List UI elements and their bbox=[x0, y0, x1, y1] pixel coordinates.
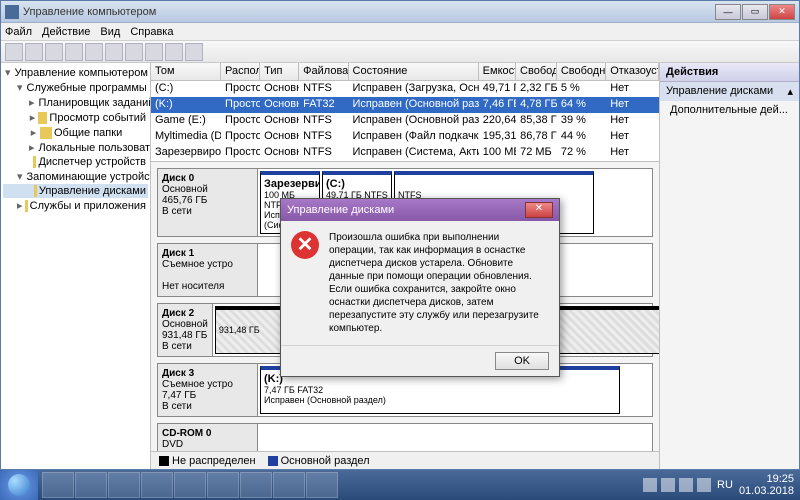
refresh-button[interactable] bbox=[85, 43, 103, 61]
col-pct[interactable]: Свободно % bbox=[557, 63, 606, 80]
back-button[interactable] bbox=[5, 43, 23, 61]
tool-button[interactable] bbox=[125, 43, 143, 61]
taskbar-app[interactable] bbox=[108, 472, 140, 498]
actions-subheader[interactable]: Управление дисками▴ bbox=[660, 82, 799, 101]
error-dialog: Управление дисками ✕ ✕ Произошла ошибка … bbox=[280, 198, 560, 377]
window-title: Управление компьютером bbox=[23, 6, 715, 18]
menubar: Файл Действие Вид Справка bbox=[1, 23, 799, 41]
menu-item[interactable]: Файл bbox=[5, 26, 32, 38]
tree-item[interactable]: Управление дисками bbox=[3, 184, 148, 198]
tray-lang[interactable]: RU bbox=[717, 479, 733, 491]
volume-row[interactable]: (C:)ПростойОсновнойNTFSИсправен (Загрузк… bbox=[151, 81, 659, 97]
tray-icon[interactable] bbox=[643, 478, 657, 492]
col-capacity[interactable]: Емкость bbox=[479, 63, 516, 80]
tree-item[interactable]: ▸Службы и приложения bbox=[3, 198, 148, 213]
tray-clock[interactable]: 19:25 01.03.2018 bbox=[739, 473, 794, 497]
tree-item[interactable]: ▸Просмотр событий bbox=[3, 110, 148, 125]
col-fs[interactable]: Файловая система bbox=[299, 63, 348, 80]
tree-item[interactable]: ▸Общие папки bbox=[3, 125, 148, 140]
tool-button[interactable] bbox=[165, 43, 183, 61]
tree-item[interactable]: Диспетчер устройств bbox=[3, 155, 148, 169]
app-icon bbox=[5, 5, 19, 19]
tool-button[interactable] bbox=[65, 43, 83, 61]
actions-more[interactable]: Дополнительные дей... bbox=[660, 101, 799, 119]
volume-header[interactable]: Том Расположение Тип Файловая система Со… bbox=[151, 63, 659, 81]
taskbar-app[interactable] bbox=[207, 472, 239, 498]
legend-unalloc-label: Не распределен bbox=[172, 455, 256, 467]
dialog-title: Управление дисками bbox=[287, 204, 394, 216]
volume-row[interactable]: Myltimedia (D:)ПростойОсновнойNTFSИсправ… bbox=[151, 129, 659, 145]
tree-item[interactable]: ▾Служебные программы bbox=[3, 80, 148, 95]
tray-icon[interactable] bbox=[679, 478, 693, 492]
taskbar-app[interactable] bbox=[306, 472, 338, 498]
nav-tree[interactable]: ▾Управление компьютером (л▾Служебные про… bbox=[1, 63, 151, 469]
volume-row[interactable]: (K:)ПростойОсновнойFAT32Исправен (Основн… bbox=[151, 97, 659, 113]
tray-icon[interactable] bbox=[661, 478, 675, 492]
taskbar-app[interactable] bbox=[240, 472, 272, 498]
error-icon: ✕ bbox=[291, 231, 319, 259]
taskbar-app[interactable] bbox=[174, 472, 206, 498]
close-button[interactable]: ✕ bbox=[769, 4, 795, 20]
maximize-button[interactable]: ▭ bbox=[742, 4, 768, 20]
taskbar-app[interactable] bbox=[42, 472, 74, 498]
tool-button[interactable] bbox=[105, 43, 123, 61]
collapse-icon[interactable]: ▴ bbox=[787, 85, 793, 98]
col-type[interactable]: Тип bbox=[260, 63, 299, 80]
col-free[interactable]: Свободно bbox=[516, 63, 557, 80]
legend-primary-label: Основной раздел bbox=[281, 455, 370, 467]
legend: Не распределен Основной раздел bbox=[151, 451, 659, 469]
legend-unalloc-icon bbox=[159, 456, 169, 466]
volume-row[interactable]: Game (E:)ПростойОсновнойNTFSИсправен (Ос… bbox=[151, 113, 659, 129]
taskbar-app[interactable] bbox=[141, 472, 173, 498]
tool-button[interactable] bbox=[185, 43, 203, 61]
col-fault[interactable]: Отказоустойчивос bbox=[606, 63, 659, 80]
tree-item[interactable]: ▾Управление компьютером (л bbox=[3, 65, 148, 80]
menu-item[interactable]: Вид bbox=[100, 26, 120, 38]
dialog-titlebar[interactable]: Управление дисками ✕ bbox=[281, 199, 559, 221]
tree-item[interactable]: ▸Локальные пользоват bbox=[3, 140, 148, 155]
minimize-button[interactable]: — bbox=[715, 4, 741, 20]
forward-button[interactable] bbox=[25, 43, 43, 61]
disk-row[interactable]: CD-ROM 0DVD bbox=[157, 423, 653, 451]
legend-primary-icon bbox=[268, 456, 278, 466]
dialog-message: Произошла ошибка при выполнении операции… bbox=[329, 231, 549, 335]
volume-list: Том Расположение Тип Файловая система Со… bbox=[151, 63, 659, 162]
tree-item[interactable]: ▸Планировщик заданий bbox=[3, 95, 148, 110]
tool-button[interactable] bbox=[45, 43, 63, 61]
taskbar[interactable]: RU 19:25 01.03.2018 bbox=[0, 470, 800, 500]
col-layout[interactable]: Расположение bbox=[221, 63, 260, 80]
dialog-close-button[interactable]: ✕ bbox=[525, 202, 553, 218]
col-volume[interactable]: Том bbox=[151, 63, 221, 80]
tray-icon[interactable] bbox=[697, 478, 711, 492]
tree-item[interactable]: ▾Запоминающие устройст bbox=[3, 169, 148, 184]
volume-row[interactable]: Зарезервировано системойПростойОсновнойN… bbox=[151, 145, 659, 161]
titlebar[interactable]: Управление компьютером — ▭ ✕ bbox=[1, 1, 799, 23]
menu-item[interactable]: Действие bbox=[42, 26, 90, 38]
toolbar bbox=[1, 41, 799, 63]
windows-orb-icon bbox=[8, 474, 30, 496]
actions-header: Действия bbox=[660, 63, 799, 82]
col-status[interactable]: Состояние bbox=[349, 63, 479, 80]
taskbar-app[interactable] bbox=[273, 472, 305, 498]
menu-item[interactable]: Справка bbox=[130, 26, 173, 38]
help-button[interactable] bbox=[145, 43, 163, 61]
taskbar-app[interactable] bbox=[75, 472, 107, 498]
start-button[interactable] bbox=[0, 470, 38, 500]
ok-button[interactable]: OK bbox=[495, 352, 549, 370]
actions-pane: Действия Управление дисками▴ Дополнитель… bbox=[659, 63, 799, 469]
